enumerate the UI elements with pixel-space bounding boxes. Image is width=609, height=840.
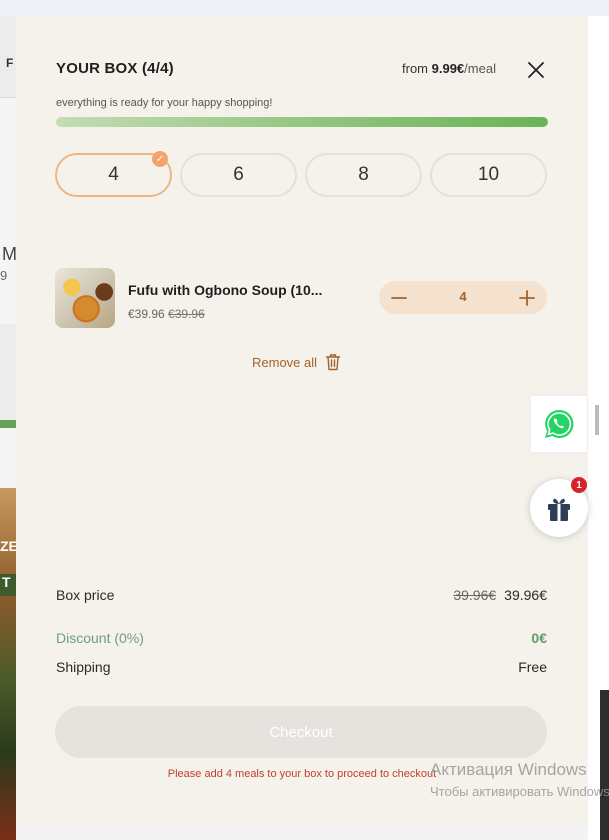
shipping-value: Free xyxy=(518,659,547,675)
item-price-current: €39.96 xyxy=(128,307,165,321)
size-option-label: 4 xyxy=(108,164,119,185)
item-name[interactable]: Fufu with Ogbono Soup (10... xyxy=(128,282,322,298)
close-button[interactable] xyxy=(526,60,546,80)
background-photo: ZE T xyxy=(0,488,18,840)
close-icon xyxy=(528,62,544,78)
size-option-label: 10 xyxy=(477,164,500,185)
item-image xyxy=(55,268,115,328)
trash-icon xyxy=(325,354,341,371)
ready-message: everything is ready for your happy shopp… xyxy=(56,97,273,109)
background-header: F xyxy=(0,16,16,98)
background-top-bar xyxy=(0,0,609,16)
price-from-unit: /meal xyxy=(464,61,496,76)
remove-all-button[interactable]: Remove all xyxy=(252,353,341,371)
size-option-4[interactable]: 4 ✓ xyxy=(55,151,172,197)
item-price-old: €39.96 xyxy=(168,307,205,321)
scrollbar-handle[interactable] xyxy=(595,405,599,435)
box-price-current: 39.96€ xyxy=(504,587,547,603)
box-progress-bar xyxy=(56,117,548,127)
gift-badge: 1 xyxy=(571,477,587,493)
background-page-left: F M 9 ZE T xyxy=(0,16,18,840)
discount-label: Discount (0%) xyxy=(56,630,144,646)
remove-all-label: Remove all xyxy=(252,354,318,370)
background-text-number: 9 xyxy=(0,268,8,283)
background-photo-banner: T xyxy=(0,574,16,596)
size-option-10[interactable]: 10 xyxy=(430,153,547,197)
background-text-m: M xyxy=(2,244,17,264)
background-header-text: F xyxy=(6,56,14,70)
watermark-line-2: Чтобы активировать Windows xyxy=(430,784,609,799)
gift-icon xyxy=(548,498,570,521)
item-price: €39.96 €39.96 xyxy=(128,307,205,321)
box-price-label: Box price xyxy=(56,587,115,603)
quantity-stepper: 4 xyxy=(379,281,547,314)
plus-icon xyxy=(519,289,535,306)
size-option-label: 8 xyxy=(358,164,369,185)
discount-value: 0€ xyxy=(531,630,547,646)
whatsapp-icon xyxy=(545,409,574,438)
checkout-button[interactable]: Checkout xyxy=(55,706,547,758)
background-card xyxy=(0,324,16,420)
box-price-value: 39.96€ 39.96€ xyxy=(453,587,547,603)
size-option-label: 6 xyxy=(233,164,244,185)
shipping-label: Shipping xyxy=(56,659,111,675)
watermark-line-1: Активация Windows xyxy=(430,760,587,779)
box-price-old: 39.96€ xyxy=(453,587,497,603)
price-from-prefix: from xyxy=(402,61,432,76)
price-from-amount: 9.99€ xyxy=(431,61,465,76)
check-icon: ✓ xyxy=(152,151,168,167)
increase-button[interactable] xyxy=(509,281,545,314)
whatsapp-button[interactable] xyxy=(531,396,587,452)
size-option-8[interactable]: 8 xyxy=(305,153,422,197)
box-progress-fill xyxy=(56,117,548,127)
background-green-bar xyxy=(0,420,16,428)
cart-drawer: YOUR BOX (4/4) from 9.99€/meal everythin… xyxy=(16,16,588,826)
price-per-meal: from 9.99€/meal xyxy=(402,61,496,76)
box-title: YOUR BOX (4/4) xyxy=(56,60,174,77)
windows-activation-watermark: Активация Windows Чтобы активировать Win… xyxy=(430,760,609,799)
size-option-6[interactable]: 6 xyxy=(180,153,297,197)
